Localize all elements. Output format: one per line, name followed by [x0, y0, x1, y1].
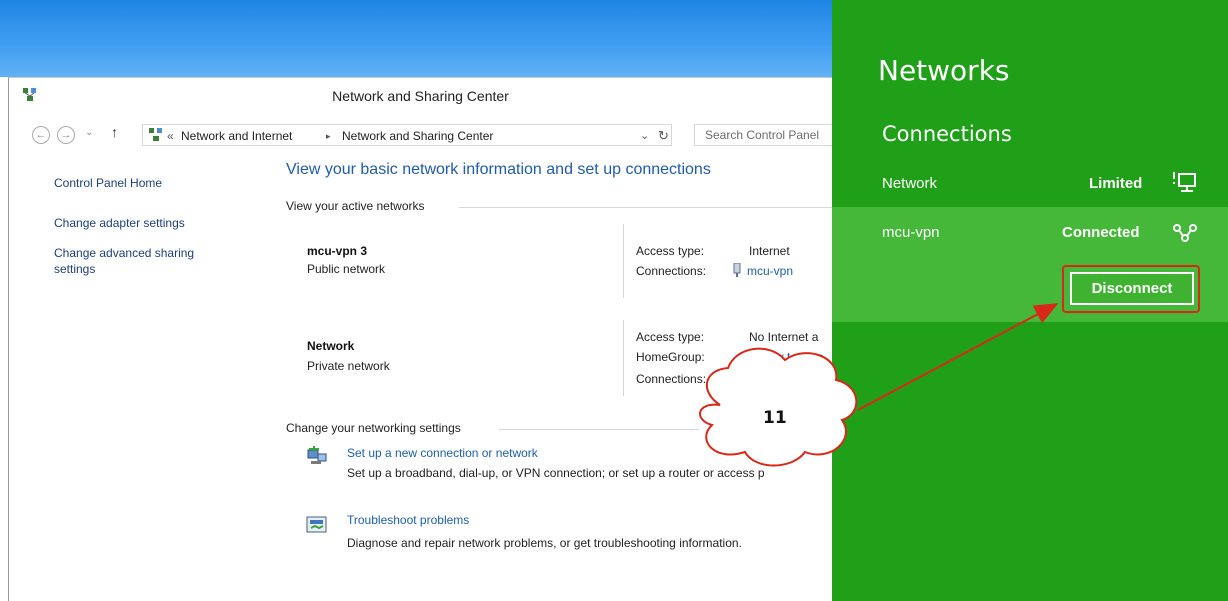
sidebar-change-adapter-settings[interactable]: Change adapter settings [54, 216, 185, 230]
network-name: mcu-vpn 3 [307, 244, 368, 258]
network-setup-icon [307, 446, 327, 464]
network-category: Public network [307, 262, 386, 276]
search-input[interactable]: Search Control Panel [694, 124, 844, 146]
up-button[interactable]: ↑ [111, 124, 118, 140]
setup-connection-link[interactable]: Set up a new connection or network [347, 446, 538, 460]
breadcrumb-network-sharing-center[interactable]: Network and Sharing Center [342, 129, 493, 143]
troubleshoot-desc: Diagnose and repair network problems, or… [347, 536, 742, 550]
address-dropdown-button[interactable]: ⌄ [640, 129, 649, 142]
network-item-status: Limited [1089, 175, 1143, 192]
troubleshoot-icon [306, 516, 327, 533]
desktop-background [0, 0, 832, 77]
network-center-icon [149, 128, 162, 141]
access-type-value: Internet [749, 244, 790, 258]
connection-link-mcu-vpn[interactable]: mcu-vpn [747, 264, 793, 278]
network-item-name: Network [882, 175, 938, 192]
active-networks-header: View your active networks [286, 199, 425, 213]
connections-label: Connections: [636, 264, 707, 278]
divider [499, 429, 699, 430]
sidebar-change-advanced-sharing[interactable]: Change advanced sharing [54, 246, 194, 260]
access-type-label: Access type: [636, 330, 705, 344]
page-title: View your basic network information and … [286, 161, 711, 178]
troubleshoot-link[interactable]: Troubleshoot problems [347, 513, 469, 527]
divider [623, 320, 624, 396]
step-number-label: 11 [763, 408, 787, 428]
divider [623, 224, 624, 298]
network-item-name: mcu-vpn [882, 224, 940, 241]
address-bar[interactable]: « Network and Internet ▸ Network and Sha… [142, 124, 672, 146]
title-bar[interactable]: Network and Sharing Center [9, 78, 832, 116]
panel-title: Networks [878, 54, 1010, 87]
access-type-label: Access type: [636, 244, 705, 258]
connections-label: Connections: [636, 372, 707, 386]
forward-button[interactable]: → [57, 126, 75, 144]
divider [459, 207, 833, 208]
disconnect-button[interactable]: Disconnect [1070, 272, 1194, 305]
vpn-connection-icon [733, 263, 741, 277]
access-type-value: No Internet a [749, 330, 819, 344]
sidebar-control-panel-home[interactable]: Control Panel Home [54, 176, 162, 190]
networking-settings-header: Change your networking settings [286, 421, 461, 435]
network-sharing-center-window: Network and Sharing Center ← → ⌄ ↑ « Net… [8, 77, 844, 601]
breadcrumb-separator[interactable]: ▸ [326, 131, 331, 142]
vpn-icon [1173, 224, 1197, 242]
setup-connection-desc: Set up a broadband, dial-up, or VPN conn… [347, 466, 765, 480]
refresh-button[interactable]: ↻ [658, 128, 669, 144]
networks-panel: Networks Connections Network Limited mcu… [832, 0, 1228, 601]
wired-network-limited-icon [1173, 172, 1196, 192]
breadcrumb-network-internet[interactable]: Network and Internet [181, 129, 292, 143]
network-category: Private network [307, 359, 390, 373]
window-title: Network and Sharing Center [332, 88, 509, 104]
sidebar-change-advanced-sharing-cont[interactable]: settings [54, 262, 95, 276]
address-overflow-button[interactable]: « [167, 129, 174, 143]
homegroup-label: HomeGroup: [636, 350, 705, 364]
network-item-status: Connected [1062, 224, 1140, 241]
back-button[interactable]: ← [32, 126, 50, 144]
homegroup-link[interactable]: Ready to crea [749, 350, 824, 364]
connections-heading: Connections [882, 122, 1012, 146]
network-name: Network [307, 339, 355, 353]
address-toolbar: ← → ⌄ ↑ « Network and Internet ▸ Network… [9, 118, 844, 148]
recent-locations-button[interactable]: ⌄ [85, 127, 93, 138]
